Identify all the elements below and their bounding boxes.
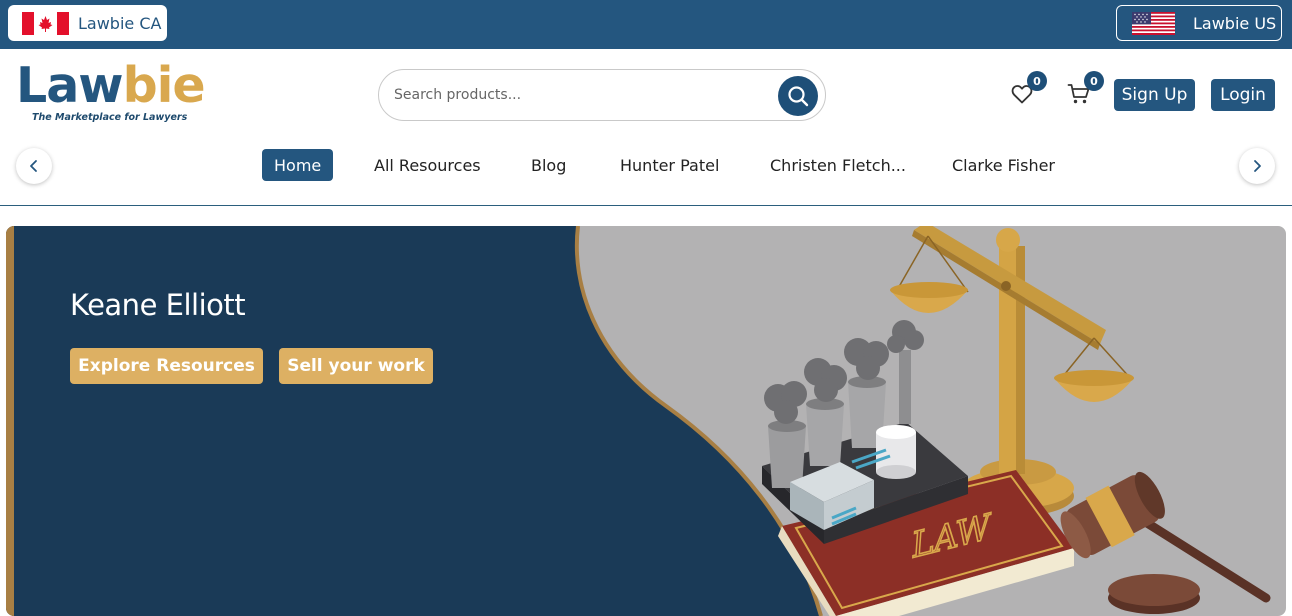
- logo-part-bie: bie: [122, 57, 206, 114]
- chevron-right-icon: [1254, 160, 1261, 172]
- nav-item-blog[interactable]: Blog: [531, 149, 566, 181]
- region-us-button[interactable]: Lawbie US: [1116, 5, 1282, 41]
- region-ca-label: Lawbie CA: [78, 13, 162, 33]
- law-illustration: LAW: [762, 226, 1271, 616]
- explore-resources-button[interactable]: Explore Resources: [70, 348, 263, 384]
- us-flag-icon: [1132, 11, 1175, 35]
- canada-flag-icon: [22, 11, 69, 35]
- search-icon: [788, 86, 809, 107]
- region-us-label: Lawbie US: [1193, 13, 1277, 33]
- main-nav: Home All Resources Blog Hunter Patel Chr…: [0, 146, 1292, 186]
- wishlist-button[interactable]: 0: [1010, 71, 1047, 108]
- site-header: Lawbie The Marketplace for Lawyers 0 0 S…: [0, 49, 1292, 206]
- nav-item-home[interactable]: Home: [262, 149, 334, 181]
- nav-item-christen-fletch[interactable]: Christen Fletch...: [770, 149, 906, 181]
- signup-button[interactable]: Sign Up: [1114, 79, 1195, 111]
- wishlist-count-badge: 0: [1027, 71, 1047, 91]
- top-bar: Lawbie CA Lawbie US: [0, 0, 1292, 49]
- nav-item-clarke-fisher[interactable]: Clarke Fisher: [952, 149, 1055, 181]
- hero-title: Keane Elliott: [70, 288, 246, 322]
- search-button[interactable]: [778, 76, 818, 116]
- nav-item-all-resources[interactable]: All Resources: [374, 149, 481, 181]
- chevron-left-icon: [30, 160, 37, 172]
- region-ca-button[interactable]: Lawbie CA: [8, 5, 167, 41]
- nav-prev-button[interactable]: [16, 148, 52, 184]
- nav-next-button[interactable]: [1239, 148, 1275, 184]
- sell-your-work-button[interactable]: Sell your work: [279, 348, 433, 384]
- search-bar: [378, 69, 826, 121]
- login-button[interactable]: Login: [1211, 79, 1275, 111]
- logo-part-law: Law: [16, 57, 124, 114]
- logo-tagline: The Marketplace for Lawyers: [32, 112, 188, 123]
- nav-item-hunter-patel[interactable]: Hunter Patel: [620, 149, 719, 181]
- cart-button[interactable]: 0: [1067, 71, 1104, 108]
- lawbie-logo[interactable]: Lawbie The Marketplace for Lawyers: [16, 61, 206, 127]
- hero-banner: LAW Keane Elliott Explore Resources Sell…: [6, 226, 1286, 616]
- cart-count-badge: 0: [1084, 71, 1104, 91]
- search-input[interactable]: [394, 84, 764, 106]
- logo-wordmark: Lawbie: [16, 61, 206, 111]
